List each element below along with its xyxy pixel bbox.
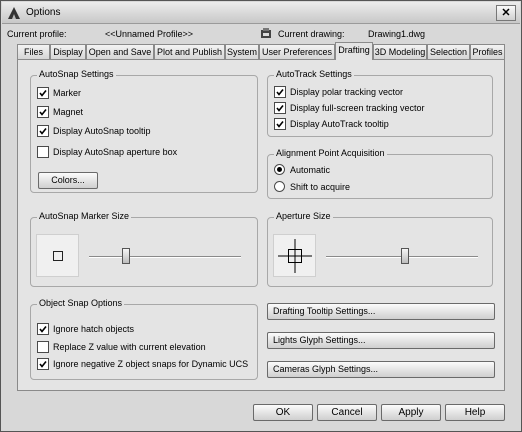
- tab-display[interactable]: Display: [50, 44, 86, 59]
- checkbox-box[interactable]: [37, 323, 49, 335]
- marker-size-group: AutoSnap Marker Size: [30, 211, 258, 287]
- autotrack-tooltip-label: Display AutoTrack tooltip: [290, 119, 389, 129]
- magnet-label: Magnet: [53, 107, 84, 117]
- aperture-crosshair-icon: [278, 239, 312, 273]
- checkbox-box[interactable]: [37, 146, 49, 158]
- checkmark-icon: [39, 361, 47, 368]
- app-icon: [8, 7, 20, 19]
- marker-size-title: AutoSnap Marker Size: [37, 211, 132, 221]
- checkbox-box[interactable]: [274, 118, 286, 130]
- current-drawing-value: Drawing1.dwg: [368, 29, 426, 39]
- tab-open-and-save[interactable]: Open and Save: [86, 44, 154, 59]
- checkbox-box[interactable]: [37, 106, 49, 118]
- tab-plot-and-publish[interactable]: Plot and Publish: [154, 44, 225, 59]
- checkmark-icon: [39, 326, 47, 333]
- lights-glyph-settings-button[interactable]: Lights Glyph Settings...: [267, 332, 495, 349]
- radio-dot: [277, 167, 282, 172]
- checkbox-box[interactable]: [274, 86, 286, 98]
- aperture-size-title: Aperture Size: [274, 211, 333, 221]
- checkbox-box[interactable]: [37, 125, 49, 137]
- alignment-title: Alignment Point Acquisition: [274, 148, 387, 158]
- cameras-glyph-settings-button[interactable]: Cameras Glyph Settings...: [267, 361, 495, 378]
- radio-button[interactable]: [274, 181, 285, 192]
- autosnap-tooltip-label: Display AutoSnap tooltip: [53, 126, 151, 136]
- tab-3d-modeling[interactable]: 3D Modeling: [373, 44, 427, 59]
- checkmark-icon: [39, 109, 47, 116]
- aperture-size-slider[interactable]: [401, 248, 409, 264]
- ignore-negative-z-label: Ignore negative Z object snaps for Dynam…: [53, 359, 249, 369]
- window-title: Options: [26, 7, 61, 18]
- drafting-panel: AutoSnap Settings Marker Magnet Display …: [17, 59, 505, 391]
- title-bar[interactable]: Options ✕: [2, 2, 520, 24]
- marker-preview: [36, 234, 79, 277]
- checkbox-box[interactable]: [37, 358, 49, 370]
- cancel-button[interactable]: Cancel: [317, 404, 377, 421]
- tab-drafting[interactable]: Drafting: [335, 42, 373, 60]
- autosnap-settings-group: AutoSnap Settings Marker Magnet Display …: [30, 69, 258, 193]
- marker-size-track[interactable]: [89, 256, 241, 258]
- polar-tracking-label: Display polar tracking vector: [290, 87, 404, 97]
- ok-button[interactable]: OK: [253, 404, 313, 421]
- ignore-hatch-label: Ignore hatch objects: [53, 324, 135, 334]
- object-snap-options-group: Object Snap Options Ignore hatch objects…: [30, 298, 258, 380]
- alignment-group: Alignment Point Acquisition Automatic Sh…: [267, 148, 493, 199]
- checkmark-icon: [276, 105, 284, 112]
- replace-z-label: Replace Z value with current elevation: [53, 342, 206, 352]
- marker-label: Marker: [53, 88, 82, 98]
- full-screen-tracking-label: Display full-screen tracking vector: [290, 103, 425, 113]
- close-button[interactable]: ✕: [496, 5, 516, 21]
- tab-user-preferences[interactable]: User Preferences: [259, 44, 335, 59]
- colors-button[interactable]: Colors...: [38, 172, 98, 189]
- tab-profiles[interactable]: Profiles: [470, 44, 505, 59]
- aperture-size-group: Aperture Size: [267, 211, 493, 287]
- checkbox-box[interactable]: [37, 87, 49, 99]
- radio-button[interactable]: [274, 164, 285, 175]
- object-snap-options-title: Object Snap Options: [37, 298, 125, 308]
- drawing-icon: [261, 28, 271, 38]
- tab-files[interactable]: Files: [17, 44, 50, 59]
- shift-to-acquire-label: Shift to acquire: [290, 182, 351, 192]
- apply-button[interactable]: Apply: [381, 404, 441, 421]
- help-button[interactable]: Help: [445, 404, 505, 421]
- checkmark-icon: [276, 121, 284, 128]
- checkmark-icon: [276, 89, 284, 96]
- aperture-preview: [273, 234, 316, 277]
- aperture-box-label: Display AutoSnap aperture box: [53, 147, 178, 157]
- tab-system[interactable]: System: [225, 44, 259, 59]
- marker-size-slider[interactable]: [122, 248, 130, 264]
- autotrack-settings-group: AutoTrack Settings Display polar trackin…: [267, 69, 493, 137]
- checkmark-icon: [39, 128, 47, 135]
- drafting-tooltip-settings-button[interactable]: Drafting Tooltip Settings...: [267, 303, 495, 320]
- current-profile-label: Current profile:: [7, 29, 67, 39]
- autosnap-settings-title: AutoSnap Settings: [37, 69, 116, 79]
- options-dialog: Options ✕ Current profile: <<Unnamed Pro…: [0, 0, 522, 432]
- checkmark-icon: [39, 90, 47, 97]
- checkbox-box[interactable]: [274, 102, 286, 114]
- tab-selection[interactable]: Selection: [427, 44, 470, 59]
- current-drawing-label: Current drawing:: [278, 29, 345, 39]
- marker-square-icon: [53, 251, 63, 261]
- checkbox-box[interactable]: [37, 341, 49, 353]
- current-profile-value: <<Unnamed Profile>>: [105, 29, 194, 39]
- autotrack-settings-title: AutoTrack Settings: [274, 69, 354, 79]
- automatic-label: Automatic: [290, 165, 331, 175]
